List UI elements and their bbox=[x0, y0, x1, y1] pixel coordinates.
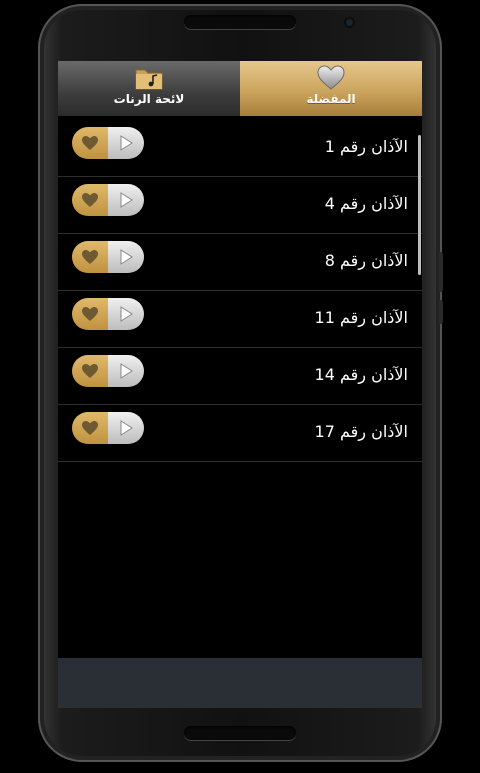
play-button[interactable] bbox=[108, 241, 144, 273]
ringtone-controls bbox=[72, 184, 144, 216]
ringtone-controls bbox=[72, 298, 144, 330]
list-item[interactable]: الآذان رقم 11 bbox=[58, 291, 422, 348]
bottom-bar bbox=[58, 658, 422, 708]
heart-icon bbox=[82, 193, 98, 207]
play-icon bbox=[120, 192, 133, 208]
bottom-speaker bbox=[184, 726, 296, 740]
tab-ringtone-list[interactable]: لائحة الرنات bbox=[58, 61, 240, 116]
ringtone-title: الآذان رقم 11 bbox=[314, 308, 408, 327]
list-item[interactable]: الآذان رقم 8 bbox=[58, 234, 422, 291]
play-icon bbox=[120, 249, 133, 265]
app-screen: لائحة الرنات المفضلة الآذان رقم 1 الآذان… bbox=[58, 61, 422, 708]
heart-icon bbox=[82, 250, 98, 264]
tab-favorites[interactable]: المفضلة bbox=[240, 61, 422, 116]
heart-icon bbox=[82, 421, 98, 435]
list-item[interactable]: الآذان رقم 14 bbox=[58, 348, 422, 405]
ringtone-title: الآذان رقم 17 bbox=[314, 422, 408, 441]
play-button[interactable] bbox=[108, 184, 144, 216]
ringtone-controls bbox=[72, 355, 144, 387]
list-item[interactable]: الآذان رقم 1 bbox=[58, 120, 422, 177]
tab-favorites-label: المفضلة bbox=[306, 92, 356, 106]
play-icon bbox=[120, 363, 133, 379]
scrollbar[interactable] bbox=[418, 135, 421, 275]
ringtone-title: الآذان رقم 4 bbox=[324, 194, 408, 213]
ringtone-controls bbox=[72, 412, 144, 444]
play-icon bbox=[120, 135, 133, 151]
earpiece-speaker bbox=[184, 15, 296, 29]
tab-ringtone-list-label: لائحة الرنات bbox=[113, 92, 185, 106]
ringtone-title: الآذان رقم 8 bbox=[324, 251, 408, 270]
favorite-toggle-button[interactable] bbox=[72, 298, 108, 330]
heart-icon bbox=[82, 307, 98, 321]
list-item[interactable]: الآذان رقم 4 bbox=[58, 177, 422, 234]
ringtone-title: الآذان رقم 14 bbox=[314, 365, 408, 384]
heart-icon bbox=[82, 136, 98, 150]
tab-bar: لائحة الرنات المفضلة bbox=[58, 61, 422, 116]
list-item[interactable]: الآذان رقم 17 bbox=[58, 405, 422, 462]
ringtone-controls bbox=[72, 127, 144, 159]
heart-icon bbox=[315, 65, 347, 91]
play-button[interactable] bbox=[108, 412, 144, 444]
favorite-toggle-button[interactable] bbox=[72, 412, 108, 444]
favorite-toggle-button[interactable] bbox=[72, 241, 108, 273]
play-button[interactable] bbox=[108, 127, 144, 159]
power-button bbox=[439, 300, 443, 324]
play-icon bbox=[120, 420, 133, 436]
front-camera bbox=[346, 19, 353, 26]
favorite-toggle-button[interactable] bbox=[72, 127, 108, 159]
ringtone-title: الآذان رقم 1 bbox=[324, 137, 408, 156]
volume-button bbox=[439, 252, 443, 292]
play-icon bbox=[120, 306, 133, 322]
favorite-toggle-button[interactable] bbox=[72, 184, 108, 216]
favorite-toggle-button[interactable] bbox=[72, 355, 108, 387]
heart-icon bbox=[82, 364, 98, 378]
play-button[interactable] bbox=[108, 355, 144, 387]
play-button[interactable] bbox=[108, 298, 144, 330]
music-folder-icon bbox=[133, 65, 165, 91]
ringtone-controls bbox=[72, 241, 144, 273]
favorites-list: الآذان رقم 1 الآذان رقم 4 الآذان رقم 8 ا… bbox=[58, 120, 422, 462]
